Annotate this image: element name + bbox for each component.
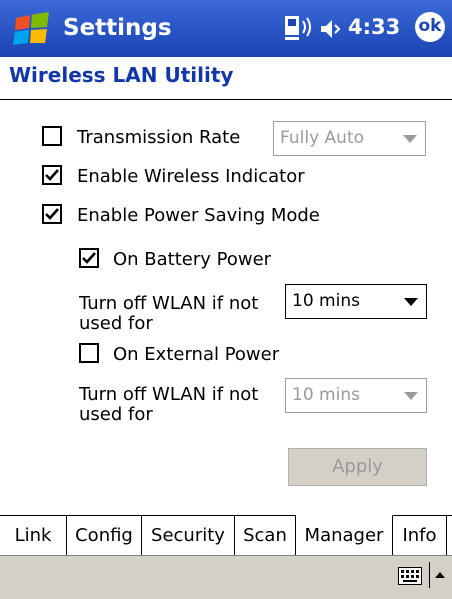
transmission-rate-dropdown[interactable]: Fully Auto [273, 121, 426, 156]
app-title[interactable]: Settings [63, 15, 172, 41]
battery-power-label: On Battery Power [113, 249, 272, 270]
page-title: Wireless LAN Utility [9, 63, 234, 87]
chevron-down-icon [404, 392, 418, 400]
external-timeout-dropdown[interactable]: 10 mins [285, 378, 427, 413]
transmission-rate-checkbox[interactable] [42, 126, 62, 146]
power-saving-label: Enable Power Saving Mode [77, 205, 320, 226]
checkmark-icon [45, 208, 59, 220]
tab-manager[interactable]: Manager [296, 515, 393, 555]
external-timeout-value: 10 mins [292, 385, 360, 405]
connectivity-icon[interactable] [283, 13, 313, 43]
menu-divider [429, 562, 430, 588]
wireless-indicator-label: Enable Wireless Indicator [77, 166, 305, 187]
external-power-label: On External Power [113, 344, 280, 365]
input-selector-arrow-icon[interactable] [433, 565, 447, 585]
clock-time[interactable]: 4:33 [348, 15, 400, 39]
keyboard-icon[interactable] [398, 567, 422, 585]
chevron-down-icon [404, 298, 418, 306]
battery-timeout-value: 10 mins [292, 291, 360, 311]
transmission-rate-label: Transmission Rate [77, 127, 241, 148]
apply-button[interactable]: Apply [288, 448, 427, 486]
checkmark-icon [82, 252, 96, 264]
tab-info[interactable]: Info [393, 516, 447, 555]
external-power-checkbox[interactable] [79, 343, 99, 363]
title-divider [0, 99, 452, 100]
tab-security[interactable]: Security [142, 516, 235, 555]
title-bar: Settings 4:33 ok [0, 0, 452, 57]
wireless-indicator-checkbox[interactable] [42, 165, 62, 185]
tab-config[interactable]: Config [67, 516, 142, 555]
tab-strip: Link Config Security Scan Manager Info [0, 515, 452, 555]
ok-button[interactable]: ok [415, 12, 445, 42]
transmission-rate-value: Fully Auto [280, 128, 365, 148]
external-turnoff-label: Turn off WLAN if not used for [79, 384, 259, 425]
windows-start-icon[interactable] [12, 12, 54, 46]
volume-icon[interactable] [318, 16, 344, 42]
tab-link[interactable]: Link [0, 516, 67, 555]
checkmark-icon [45, 169, 59, 181]
menu-bar [0, 555, 452, 599]
power-saving-checkbox[interactable] [42, 204, 62, 224]
chevron-down-icon [403, 135, 417, 143]
tab-scan[interactable]: Scan [235, 516, 296, 555]
battery-power-checkbox[interactable] [79, 248, 99, 268]
battery-turnoff-label: Turn off WLAN if not used for [79, 293, 259, 334]
battery-timeout-dropdown[interactable]: 10 mins [285, 284, 427, 319]
